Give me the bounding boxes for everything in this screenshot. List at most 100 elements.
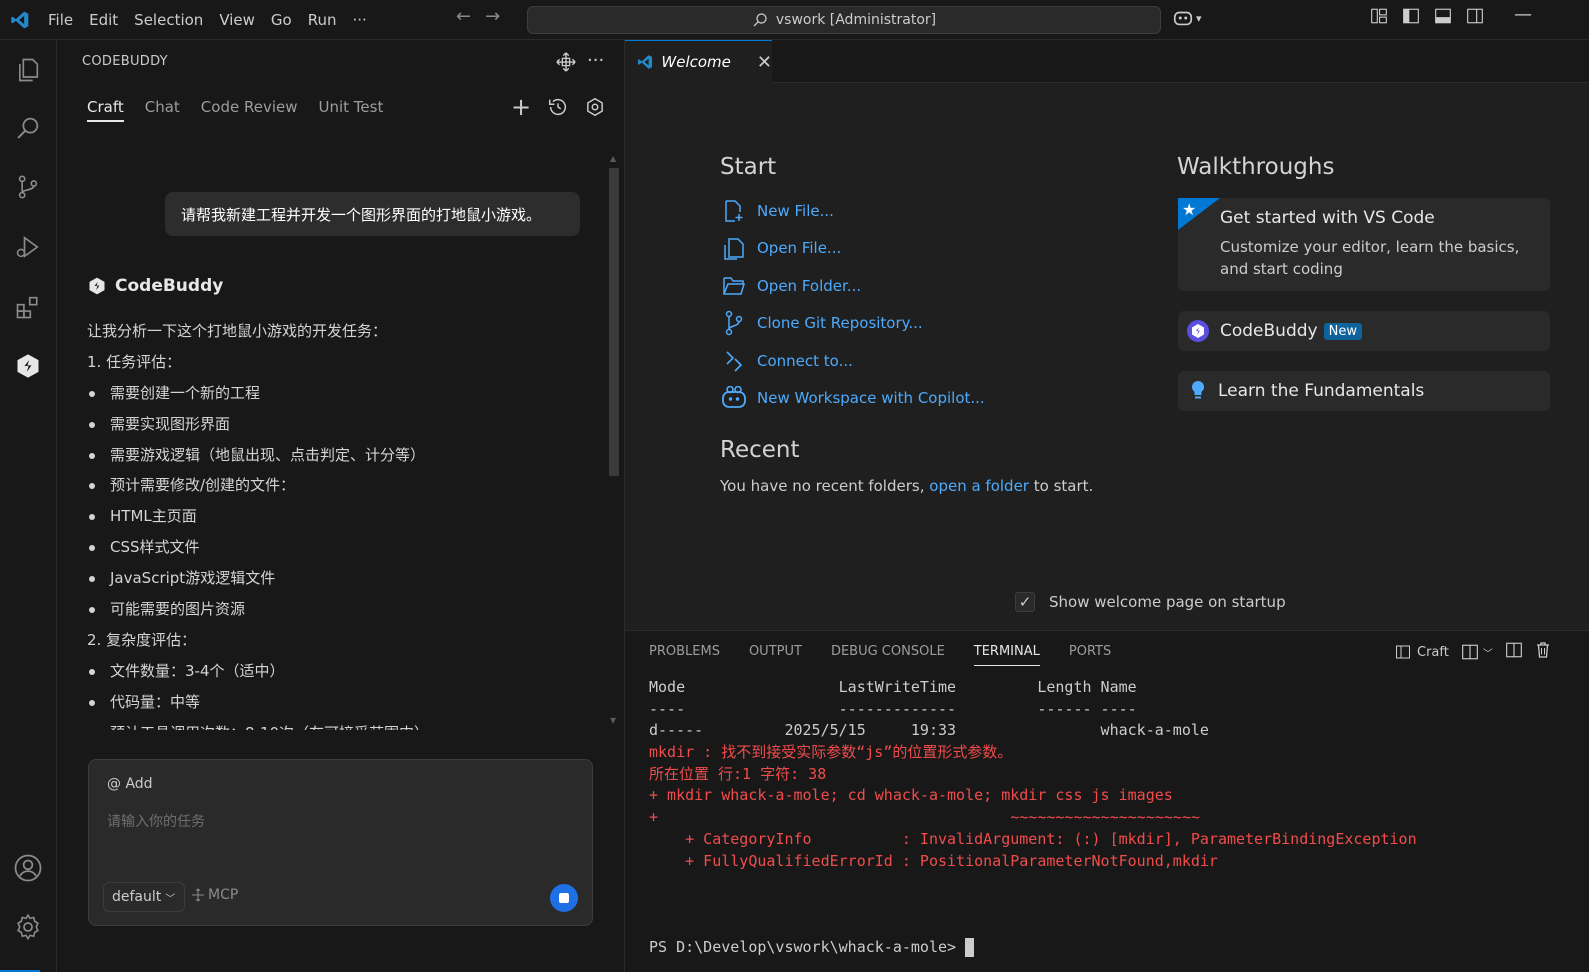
menu-go[interactable]: Go [263, 6, 300, 34]
start-item-label: New File... [757, 201, 834, 220]
activity-bar [0, 40, 57, 972]
codebuddy-logo-icon [89, 277, 105, 295]
minimize-icon[interactable]: — [1514, 4, 1532, 25]
chat-scrollbar[interactable] [609, 168, 619, 476]
mcp-button[interactable]: MCP [191, 887, 238, 903]
copilot-icon [721, 386, 747, 410]
walkthrough-title: Get started with VS Code [1220, 208, 1435, 228]
star-icon: ★ [1182, 200, 1197, 219]
recent-suffix: to start. [1033, 477, 1094, 495]
account-icon[interactable] [10, 850, 46, 886]
start-item-copilot[interactable]: New Workspace with Copilot... [721, 380, 985, 418]
terminal-line: + FullyQualifiedErrorId : PositionalPara… [649, 851, 1579, 873]
tab-output[interactable]: OUTPUT [749, 644, 802, 666]
tab-terminal[interactable]: TERMINAL [973, 644, 1040, 666]
chat-bullet-item: 需要创建一个新的工程 [87, 378, 607, 409]
command-center[interactable]: vswork [Administrator] [527, 6, 1161, 34]
split-terminal-icon[interactable]: ﹀ [1461, 643, 1493, 661]
history-icon[interactable] [547, 96, 569, 122]
menu-run[interactable]: Run [300, 6, 345, 34]
show-on-startup[interactable]: ✓ Show welcome page on startup [1015, 592, 1286, 612]
task-input[interactable]: 请输入你的任务 [107, 811, 205, 831]
start-item-remote[interactable]: Connect to... [721, 342, 985, 380]
vscode-tab-icon [638, 55, 653, 69]
terminal-line [649, 916, 1579, 938]
settings-gear-icon[interactable] [584, 96, 606, 122]
tab-ports[interactable]: PORTS [1069, 644, 1111, 666]
terminal-line-text: PS D:\Develop\vswork\whack-a-mole> [649, 938, 966, 957]
add-context-button[interactable]: @ Add [107, 776, 153, 792]
open-folder-link[interactable]: open a folder [929, 477, 1029, 495]
chat-bullet-item: JavaScript游戏逻辑文件 [87, 563, 607, 594]
forward-arrow-icon[interactable]: → [485, 6, 500, 27]
chat-bullet-item: 预计需要修改/创建的文件： [87, 470, 607, 501]
start-item-open-folder[interactable]: Open Folder... [721, 267, 985, 305]
terminal-output[interactable]: Mode LastWriteTime Length Name ---- -----… [649, 677, 1579, 959]
customize-layout-icon[interactable] [1370, 7, 1388, 25]
terminal-instance[interactable]: Craft [1395, 644, 1449, 660]
recent-heading: Recent [720, 437, 800, 463]
close-icon[interactable]: ✕ [757, 52, 772, 73]
menu-edit[interactable]: Edit [81, 6, 126, 34]
extensions-icon[interactable] [10, 289, 46, 325]
stop-icon [559, 893, 569, 903]
more-actions-icon[interactable]: ··· [587, 50, 604, 71]
tab-debug-console[interactable]: DEBUG CONSOLE [831, 644, 945, 666]
kill-terminal-trash-icon[interactable] [1535, 641, 1551, 663]
menu-file[interactable]: File [40, 6, 81, 34]
start-item-open-file[interactable]: Open File... [721, 230, 985, 268]
copilot-menu[interactable]: ▾ [1172, 7, 1202, 29]
terminal-actions: Craft ﹀ [1395, 641, 1551, 663]
search-icon[interactable] [10, 110, 46, 146]
toggle-primary-sidebar-icon[interactable] [1402, 7, 1420, 25]
explorer-icon[interactable] [10, 52, 46, 88]
manage-gear-icon[interactable] [10, 909, 46, 945]
walkthrough-fundamentals[interactable]: Learn the Fundamentals [1178, 371, 1550, 411]
menu-view[interactable]: View [211, 6, 263, 34]
new-badge: New [1323, 322, 1362, 340]
bottom-panel: PROBLEMS OUTPUT DEBUG CONSOLE TERMINAL P… [625, 630, 1589, 972]
back-arrow-icon[interactable]: ← [456, 6, 471, 27]
tab-chat[interactable]: Chat [145, 98, 180, 122]
task-input-box[interactable]: @ Add 请输入你的任务 default ﹀ MCP [88, 759, 593, 926]
search-icon [753, 13, 767, 27]
menu-more[interactable]: ··· [345, 6, 375, 34]
scroll-down-arrow-icon[interactable]: ▼ [610, 716, 616, 725]
move-view-icon[interactable] [555, 51, 577, 77]
start-list: New File... Open File... Open Folder... Clo… [721, 192, 985, 417]
source-control-icon[interactable] [10, 169, 46, 205]
stop-button[interactable] [550, 884, 578, 912]
recent-prefix: You have no recent folders, [720, 477, 925, 495]
menu-selection[interactable]: Selection [126, 6, 211, 34]
model-select[interactable]: default ﹀ [103, 882, 185, 912]
tab-problems[interactable]: PROBLEMS [649, 644, 720, 666]
remote-icon [721, 350, 747, 372]
terminal-line: 所在位置 行:1 字符: 38 [649, 764, 1579, 786]
start-heading: Start [720, 154, 777, 180]
toggle-panel-icon[interactable] [1434, 7, 1452, 25]
lightbulb-icon [1191, 380, 1205, 399]
split-editor-icon[interactable] [1505, 641, 1523, 663]
chat-bullet-item: CSS样式文件 [87, 532, 607, 563]
tab-welcome[interactable]: Welcome ✕ [625, 40, 772, 83]
panel-title: CODEBUDDY [82, 54, 168, 69]
show-on-startup-checkbox[interactable]: ✓ [1015, 592, 1035, 612]
walkthrough-get-started[interactable]: ★ Get started with VS Code Customize you… [1178, 198, 1550, 291]
start-item-git[interactable]: Clone Git Repository... [721, 305, 985, 343]
tab-craft[interactable]: Craft [87, 98, 124, 122]
tab-unit-test[interactable]: Unit Test [318, 98, 383, 122]
scroll-up-arrow-icon[interactable]: ▲ [610, 154, 616, 163]
start-item-new-file[interactable]: New File... [721, 192, 985, 230]
editor-tab-bar: Welcome ✕ [625, 40, 1589, 83]
walkthrough-codebuddy[interactable]: CodeBuddy New [1178, 311, 1550, 351]
codebuddy-icon[interactable] [10, 348, 46, 384]
open-file-icon [721, 236, 747, 260]
chevron-down-icon[interactable]: ﹀ [1483, 645, 1493, 660]
toggle-secondary-sidebar-icon[interactable] [1466, 7, 1484, 25]
run-debug-icon[interactable] [10, 229, 46, 265]
tab-code-review[interactable]: Code Review [201, 98, 298, 122]
start-item-label: New Workspace with Copilot... [757, 389, 985, 408]
new-chat-plus-icon[interactable]: + [511, 95, 531, 119]
chat-bullet-item: 可能需要的图片资源 [87, 594, 607, 625]
terminal-line-text: ---- ------------- ------ ---- [649, 699, 1137, 718]
